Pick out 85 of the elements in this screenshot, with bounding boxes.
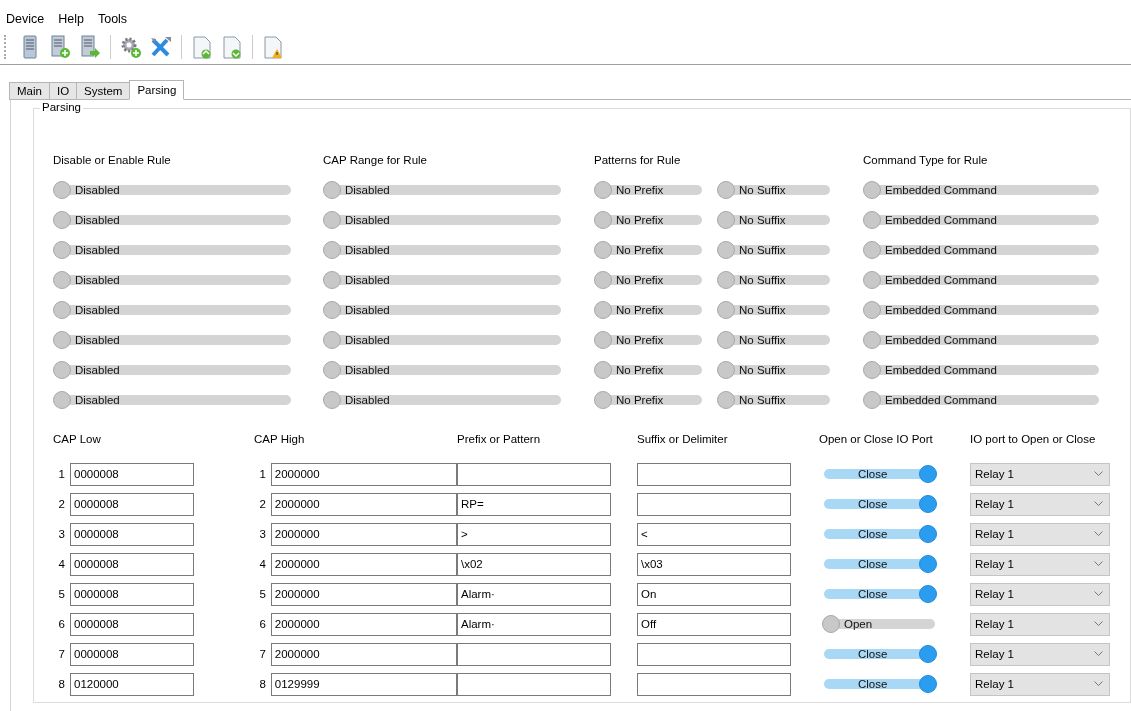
column-header: Disable or Enable Rule [53, 154, 171, 166]
row-number: 5 [258, 588, 266, 600]
column-header: IO port to Open or Close [970, 433, 1096, 445]
column-header: Open or Close IO Port [819, 433, 933, 445]
tab[interactable]: Main [9, 82, 50, 100]
row-number: 4 [258, 558, 266, 570]
suffix-field[interactable]: Off [637, 612, 791, 636]
cap-high-field[interactable]: 2000000 [270, 582, 457, 606]
chevron-down-icon [1094, 651, 1103, 657]
group-title: Parsing [40, 101, 83, 113]
cap-low-field[interactable]: 0000008 [70, 552, 194, 576]
prefix-field[interactable]: > [457, 522, 611, 546]
row-number: 1 [258, 468, 266, 480]
chevron-down-icon [1094, 591, 1103, 597]
chevron-down-icon [1094, 531, 1103, 537]
row-number: 7 [258, 648, 266, 660]
prefix-field[interactable]: \x02 [457, 552, 611, 576]
prefix-field[interactable] [457, 672, 611, 696]
row-number: 5 [57, 588, 65, 600]
column-header: Command Type for Rule [863, 154, 988, 166]
row-number: 3 [57, 528, 65, 540]
column-header: Prefix or Pattern [457, 433, 541, 445]
suffix-field[interactable] [637, 642, 791, 666]
io-port-dropdown[interactable]: Relay 1 [970, 582, 1110, 606]
prefix-field[interactable] [457, 642, 611, 666]
menu-item[interactable]: Tools [97, 12, 128, 30]
cap-high-field[interactable]: 2000000 [270, 492, 457, 516]
row-number: 2 [258, 498, 266, 510]
row-number: 8 [57, 678, 65, 690]
cap-low-field[interactable]: 0000008 [70, 642, 194, 666]
cap-high-field[interactable]: 2000000 [270, 552, 457, 576]
chevron-down-icon [1094, 681, 1103, 687]
io-port-dropdown[interactable]: Relay 1 [970, 492, 1110, 516]
chevron-down-icon [1094, 501, 1103, 507]
prefix-field[interactable]: Alarm· [457, 612, 611, 636]
suffix-field[interactable]: On [637, 582, 791, 606]
tab[interactable]: Parsing [129, 80, 185, 100]
document-arrow-icon[interactable] [78, 34, 102, 60]
cap-low-field[interactable]: 0000008 [70, 612, 194, 636]
cap-low-field[interactable]: 0000008 [70, 492, 194, 516]
row-number: 6 [57, 618, 65, 630]
column-header: Suffix or Delimiter [637, 433, 728, 445]
cap-high-field[interactable]: 2000000 [270, 522, 457, 546]
chevron-down-icon [1094, 471, 1103, 477]
cap-low-field[interactable]: 0000008 [70, 522, 194, 546]
prefix-field[interactable] [457, 462, 611, 486]
column-header: Patterns for Rule [594, 154, 681, 166]
row-number: 1 [57, 468, 65, 480]
suffix-field[interactable] [637, 492, 791, 516]
suffix-field[interactable] [637, 672, 791, 696]
row-number: 8 [258, 678, 266, 690]
cap-high-field[interactable]: 2000000 [270, 642, 457, 666]
document-add-icon[interactable] [48, 34, 72, 60]
cap-high-field[interactable]: 2000000 [270, 462, 457, 486]
io-port-dropdown[interactable]: Relay 1 [970, 552, 1110, 576]
column-header: CAP Low [53, 433, 101, 445]
column-header: CAP High [254, 433, 305, 445]
prefix-field[interactable]: RP= [457, 492, 611, 516]
column-header: CAP Range for Rule [323, 154, 427, 166]
row-number: 2 [57, 498, 65, 510]
cap-high-field[interactable]: 2000000 [270, 612, 457, 636]
row-number: 4 [57, 558, 65, 570]
suffix-field[interactable]: < [637, 522, 791, 546]
row-number: 3 [258, 528, 266, 540]
page-up-icon[interactable] [190, 34, 214, 60]
suffix-field[interactable] [637, 462, 791, 486]
row-number: 6 [258, 618, 266, 630]
prefix-field[interactable]: Alarm· [457, 582, 611, 606]
io-port-dropdown[interactable]: Relay 1 [970, 522, 1110, 546]
cap-low-field[interactable]: 0000008 [70, 462, 194, 486]
io-port-dropdown[interactable]: Relay 1 [970, 612, 1110, 636]
tab[interactable]: System [76, 82, 131, 100]
io-port-dropdown[interactable]: Relay 1 [970, 462, 1110, 486]
row-number: 7 [57, 648, 65, 660]
cap-low-field[interactable]: 0120000 [70, 672, 194, 696]
cap-low-field[interactable]: 0000008 [70, 582, 194, 606]
chevron-down-icon [1094, 621, 1103, 627]
menu-item[interactable]: Help [58, 12, 84, 30]
suffix-field[interactable]: \x03 [637, 552, 791, 576]
io-port-dropdown[interactable]: Relay 1 [970, 642, 1110, 666]
page-down-icon[interactable] [220, 34, 244, 60]
io-port-dropdown[interactable]: Relay 1 [970, 672, 1110, 696]
chevron-down-icon [1094, 561, 1103, 567]
cap-high-field[interactable]: 0129999 [270, 672, 457, 696]
menu-item[interactable]: Device [6, 12, 45, 30]
